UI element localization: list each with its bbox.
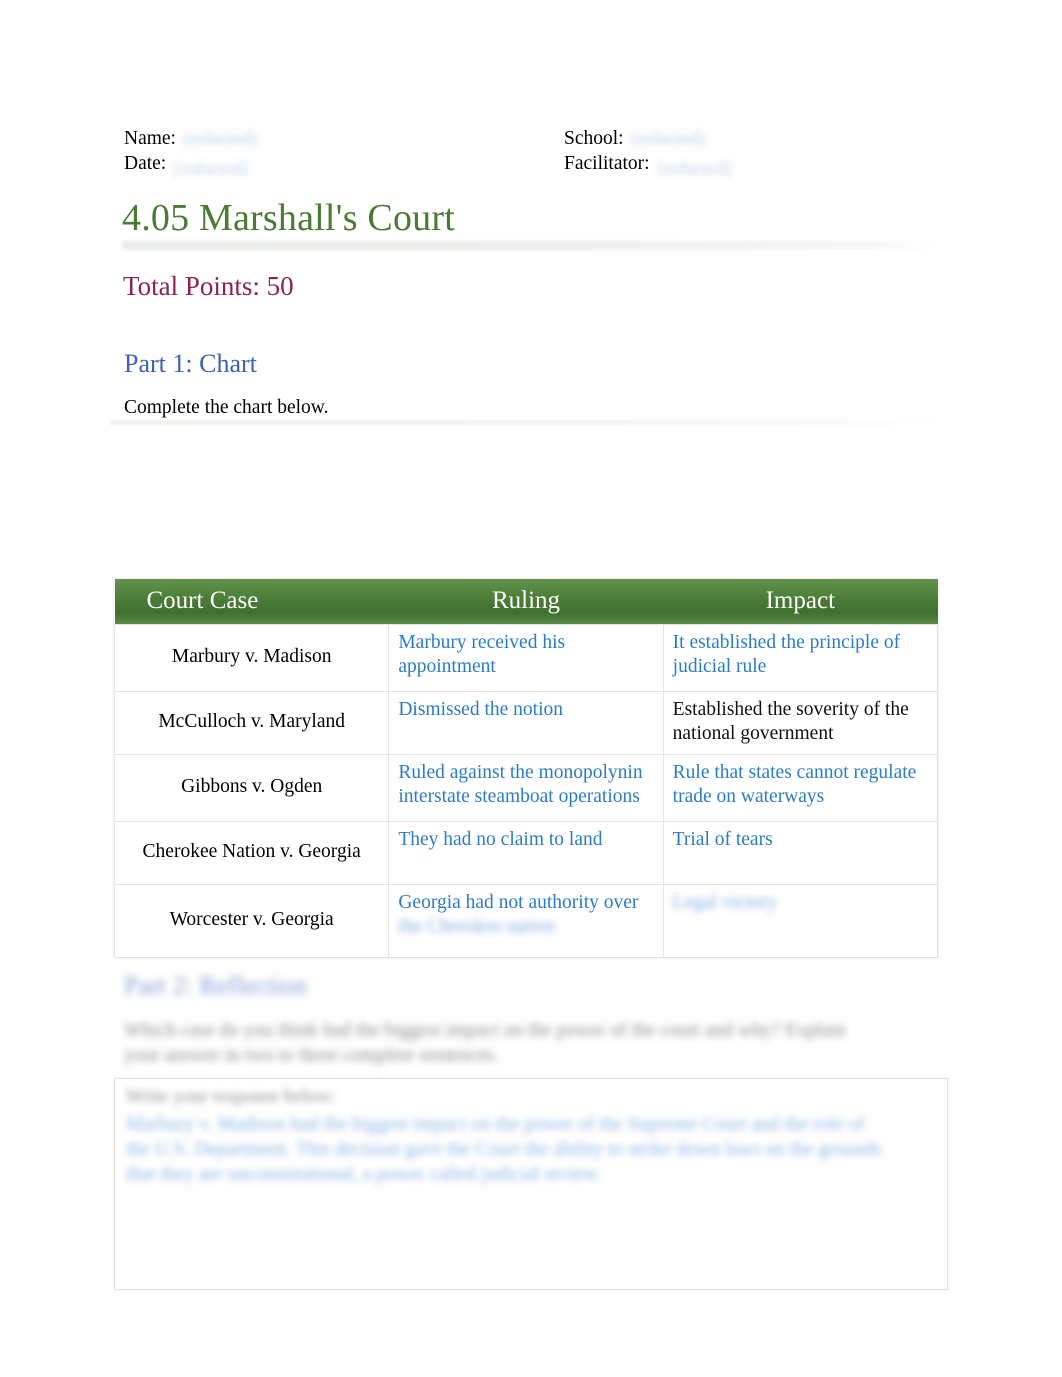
cell-impact[interactable]: Legal victory (662, 884, 939, 958)
ruling-answer: Dismissed the notion (398, 699, 563, 720)
cell-court-case: McCulloch v. Maryland (113, 691, 390, 755)
part-1-heading: Part 1: Chart (124, 349, 257, 378)
name-label: Name: (124, 128, 176, 149)
table-row: McCulloch v. Maryland Dismissed the noti… (113, 691, 939, 755)
column-header-court-case: Court Case (114, 579, 389, 625)
part-2-question: Which case do you think had the biggest … (124, 1020, 846, 1066)
facilitator-value[interactable]: [redacted] (658, 156, 731, 181)
ruling-answer: Georgia had not authority over (398, 892, 639, 913)
document-header-meta: Name: [redacted] School: [redacted] Date… (124, 126, 940, 178)
cell-ruling[interactable]: Georgia had not authority over the Chero… (388, 884, 664, 958)
reflection-answer-text[interactable]: Marbury v. Madison had the biggest impac… (126, 1112, 888, 1187)
name-value[interactable]: [redacted] (184, 126, 257, 151)
table-row: Worcester v. Georgia Georgia had not aut… (113, 884, 939, 958)
cell-court-case: Marbury v. Madison (113, 624, 390, 692)
date-label: Date: (124, 153, 167, 174)
table-head: Court Case Ruling Impact (114, 579, 938, 625)
cell-impact[interactable]: Established the soverity of the national… (662, 691, 939, 755)
date-field: Date: [redacted] (124, 151, 564, 178)
column-header-ruling: Ruling (388, 579, 664, 625)
cell-ruling[interactable]: Ruled against the monopolynin interstate… (388, 754, 664, 822)
cell-impact[interactable]: It established the principle of judicial… (662, 624, 939, 692)
name-field: Name: [redacted] (124, 126, 564, 151)
impact-answer: Rule that states cannot regulate trade o… (672, 762, 917, 807)
part-2-heading: Part 2: Reflection (124, 971, 308, 1000)
impact-answer-obscured: Legal victory (672, 892, 778, 913)
cell-ruling[interactable]: They had no claim to land (388, 821, 664, 885)
table-row: Gibbons v. Ogden Ruled against the monop… (113, 754, 939, 822)
cell-impact[interactable]: Rule that states cannot regulate trade o… (662, 754, 939, 822)
chart-container: Court Case Ruling Impact Marbury v. Madi… (113, 579, 939, 958)
ruling-answer-obscured: the Cherokee nation (398, 916, 556, 937)
meta-row-second: Date: [redacted] Facilitator: [redacted] (124, 151, 940, 178)
total-points: Total Points: 50 (123, 271, 294, 301)
section-divider (110, 420, 946, 425)
cell-court-case: Worcester v. Georgia (113, 884, 390, 958)
reflection-answer-box[interactable]: Write your response below: Marbury v. Ma… (114, 1078, 948, 1290)
table-row: Cherokee Nation v. Georgia They had no c… (113, 821, 939, 885)
school-value[interactable]: [redacted] (632, 126, 705, 151)
date-value[interactable]: [redacted] (174, 156, 247, 181)
reflection-answer-prompt: Write your response below: (126, 1086, 336, 1107)
facilitator-field: Facilitator: [redacted] (564, 151, 940, 178)
cell-ruling[interactable]: Dismissed the notion (388, 691, 664, 755)
facilitator-label: Facilitator: (564, 153, 650, 174)
document-page: Name: [redacted] School: [redacted] Date… (0, 0, 1062, 1377)
ruling-answer: Ruled against the monopolynin interstate… (398, 762, 643, 807)
impact-answer: Established the soverity of the national… (672, 699, 909, 744)
part-1-instruction: Complete the chart below. (124, 397, 329, 418)
table-header-row: Court Case Ruling Impact (114, 579, 938, 625)
ruling-answer: Marbury received his appointment (398, 632, 566, 677)
impact-answer: Trial of tears (672, 829, 773, 850)
meta-row-first: Name: [redacted] School: [redacted] (124, 126, 940, 151)
column-header-impact: Impact (663, 579, 938, 625)
impact-answer: It established the principle of judicial… (672, 632, 901, 677)
school-label: School: (564, 128, 624, 149)
school-field: School: [redacted] (564, 126, 940, 151)
court-cases-table: Court Case Ruling Impact Marbury v. Madi… (113, 579, 939, 958)
title-divider (122, 241, 940, 250)
ruling-answer: They had no claim to land (398, 829, 603, 850)
cell-court-case: Cherokee Nation v. Georgia (113, 821, 390, 885)
cell-impact[interactable]: Trial of tears (662, 821, 939, 885)
table-row: Marbury v. Madison Marbury received his … (113, 624, 939, 692)
page-title: 4.05 Marshall's Court (122, 197, 455, 239)
cell-court-case: Gibbons v. Ogden (113, 754, 390, 822)
cell-ruling[interactable]: Marbury received his appointment (388, 624, 664, 692)
table-body: Marbury v. Madison Marbury received his … (113, 624, 939, 958)
